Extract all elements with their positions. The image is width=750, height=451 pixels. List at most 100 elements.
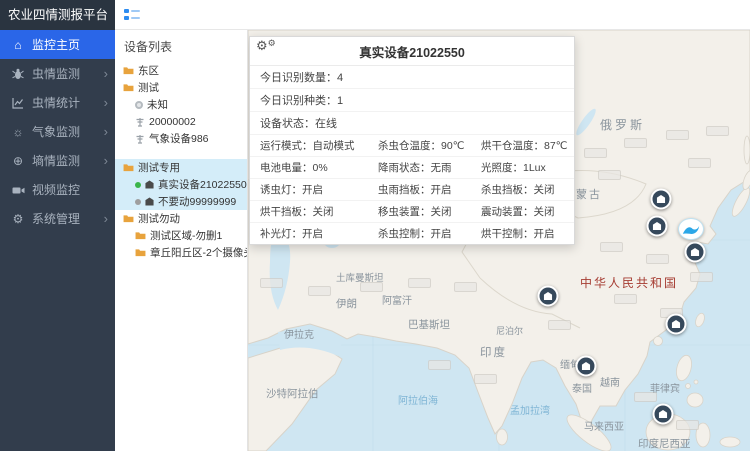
city-label [600, 242, 623, 252]
tree-label: 测试专用 [138, 160, 180, 175]
device-marker-icon [657, 195, 666, 204]
map-label-pakistan: 巴基斯坦 [408, 317, 450, 332]
tree-label: 测试勿动 [138, 211, 180, 226]
tree-label: 20000002 [149, 116, 196, 128]
device-list-panel: 设备列表 东区 测试 未知 20000002 气象设备986 测试专用 真实设备… [115, 30, 248, 451]
map-label-iraq: 伊拉克 [284, 326, 314, 341]
city-label [308, 286, 331, 296]
chevron-right-icon: › [104, 67, 108, 80]
tree-node-unknown[interactable]: 未知 [115, 96, 247, 113]
chevron-right-icon: › [104, 212, 108, 225]
tree-label: 不要动99999999 [158, 194, 236, 209]
unknown-node-icon [135, 101, 143, 109]
sidebar-item-label: 虫情统计 [32, 94, 97, 111]
tree-label: 东区 [138, 63, 159, 78]
city-label [408, 278, 431, 288]
bird-marker-icon [682, 223, 700, 236]
tree-folder-east[interactable]: 东区 [115, 62, 247, 79]
folder-icon [135, 248, 146, 257]
device-icon [145, 180, 154, 189]
station-icon [135, 117, 145, 127]
app-title: 农业四情测报平台 [0, 0, 115, 30]
bug-icon [11, 67, 25, 80]
topbar [115, 0, 750, 30]
sidebar-item-label: 系统管理 [32, 210, 97, 227]
sidebar-item-monitor-home[interactable]: ⌂ 监控主页 [0, 30, 115, 59]
stat-recognition-count: 今日识别数量：4 [250, 66, 574, 89]
map-label-iran: 伊朗 [336, 296, 357, 311]
stat-recognition-types: 今日识别种类：1 [250, 89, 574, 112]
folder-icon [123, 214, 134, 223]
map-label-nepal: 尼泊尔 [496, 324, 523, 337]
tree-folder-test-special[interactable]: 测试专用 [115, 159, 247, 176]
status-cell: 降雨状态：无雨 [368, 157, 471, 179]
tree-device-weather-986[interactable]: 气象设备986 [115, 130, 247, 147]
tree-device-real-21022550[interactable]: 真实设备21022550 [115, 176, 247, 193]
status-cell: 震动装置：关闭 [471, 201, 574, 223]
device-marker[interactable] [651, 189, 672, 210]
sidebar-item-label: 气象监测 [32, 123, 97, 140]
tree-device-20000002[interactable]: 20000002 [115, 113, 247, 130]
sidebar-item-label: 监控主页 [32, 36, 108, 53]
device-marker[interactable] [576, 356, 597, 377]
tree-device-donottouch[interactable]: 不要动99999999 [115, 193, 247, 210]
status-cell: 诱虫灯：开启 [250, 179, 368, 201]
tree-folder-test-area[interactable]: 测试区域-勿删1 [115, 227, 247, 244]
map-label-russia: 俄罗斯 [600, 116, 645, 133]
settings-gear-icon[interactable]: ⚙⚙ [256, 39, 276, 52]
tree-label: 气象设备986 [149, 131, 209, 146]
weather-icon: ☼ [11, 126, 25, 138]
chevron-right-icon: › [104, 96, 108, 109]
device-marker[interactable] [653, 404, 674, 425]
map-label-arabian-sea: 阿拉伯海 [398, 392, 438, 407]
sidebar-item-video-monitor[interactable]: 视频监控 [0, 175, 115, 204]
tree-label: 未知 [147, 97, 168, 112]
sidebar-item-label: 墒情监测 [32, 152, 97, 169]
map-label-mongolia: 蒙古 [576, 186, 602, 202]
sidebar-item-soil-monitor[interactable]: ⊕ 墒情监测 › [0, 146, 115, 175]
offline-status-dot [135, 199, 141, 205]
device-marker[interactable] [647, 216, 668, 237]
device-marker[interactable] [538, 286, 559, 307]
sidebar-item-insect-stats[interactable]: 虫情统计 › [0, 88, 115, 117]
folder-icon [135, 231, 146, 240]
status-cell: 电池电量：0% [250, 157, 368, 179]
city-label [474, 374, 497, 384]
city-label [584, 148, 607, 158]
map[interactable]: 俄罗斯 哈萨克斯坦 蒙古 中华人民共和国 土库曼斯坦 伊朗 伊拉克 沙特阿拉伯 … [248, 30, 750, 451]
status-cell: 烘干仓温度：87℃ [471, 135, 574, 157]
folder-icon [123, 66, 134, 75]
city-label [260, 278, 283, 288]
sidebar-item-insect-monitor[interactable]: 虫情监测 › [0, 59, 115, 88]
device-marker-icon [672, 320, 681, 329]
status-cell: 杀虫挡板：关闭 [471, 179, 574, 201]
tree-label: 测试 [138, 80, 159, 95]
status-cell: 运行模式：自动模式 [250, 135, 368, 157]
city-label [666, 130, 689, 140]
tree-folder-zhangqiu-cameras[interactable]: 章丘阳丘区-2个摄像头 [115, 244, 247, 261]
sidebar-item-system-admin[interactable]: ⚙ 系统管理 › [0, 204, 115, 233]
sidebar-item-weather-monitor[interactable]: ☼ 气象监测 › [0, 117, 115, 146]
device-marker-icon [582, 362, 591, 371]
device-list-title: 设备列表 [115, 30, 247, 62]
map-label-thailand: 泰国 [572, 380, 592, 395]
online-status-dot [135, 182, 141, 188]
popup-title: 真实设备21022550 [250, 37, 574, 66]
gear-icon: ⚙ [11, 213, 25, 225]
video-camera-icon [11, 183, 25, 195]
city-label [690, 272, 713, 282]
bird-marker[interactable] [678, 218, 704, 240]
status-cell: 虫雨挡板：开启 [368, 179, 471, 201]
device-marker[interactable] [666, 314, 687, 335]
layout-toggle-icon[interactable] [124, 8, 140, 22]
folder-icon [123, 83, 134, 92]
tree-folder-test[interactable]: 测试 [115, 79, 247, 96]
status-cell: 杀虫仓温度：90℃ [368, 135, 471, 157]
device-info-popup: ⚙⚙ 真实设备21022550 今日识别数量：4 今日识别种类：1 设备状态：在… [249, 36, 575, 245]
tree-folder-test-nomove[interactable]: 测试勿动 [115, 210, 247, 227]
map-label-afghanistan: 阿富汗 [382, 292, 412, 307]
device-marker[interactable] [685, 242, 706, 263]
city-label [598, 170, 621, 180]
map-label-saudi: 沙特阿拉伯 [266, 386, 319, 401]
device-marker-icon [691, 248, 700, 257]
